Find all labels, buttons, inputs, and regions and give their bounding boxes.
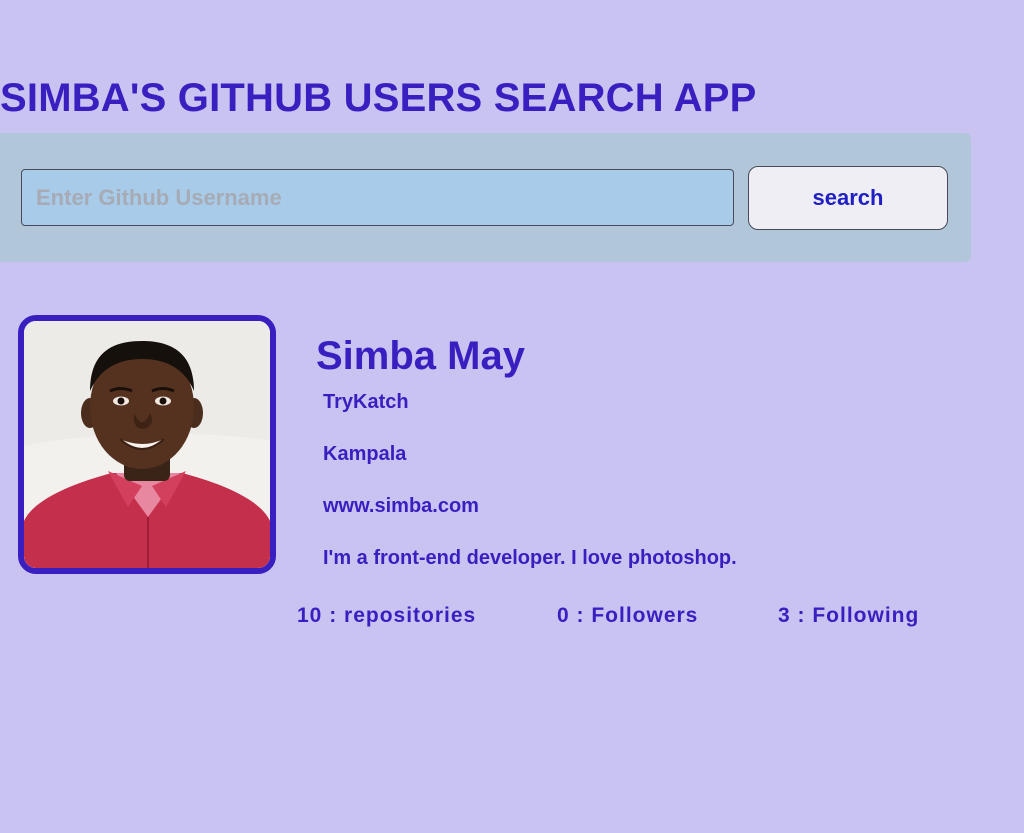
username-search-input[interactable]	[21, 169, 734, 226]
profile-name: Simba May	[316, 334, 525, 378]
search-button[interactable]: search	[748, 166, 948, 230]
app-title: SIMBA'S GITHUB USERS SEARCH APP	[0, 76, 757, 120]
profile-blog-link[interactable]: www.simba.com	[323, 495, 479, 518]
profile-photo	[24, 321, 270, 568]
avatar	[18, 315, 276, 574]
profile-bio: I'm a front-end developer. I love photos…	[323, 547, 737, 569]
repositories-count: 10 : repositories	[297, 604, 477, 627]
profile-location: Kampala	[323, 443, 407, 465]
search-panel: search	[0, 133, 971, 262]
following-count: 3 : Following	[778, 604, 920, 627]
followers-count: 0 : Followers	[557, 604, 699, 627]
profile-company: TryKatch	[323, 391, 409, 413]
